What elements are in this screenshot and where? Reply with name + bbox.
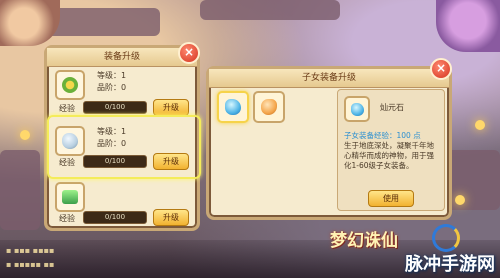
rank-label: 品阶：0 [97, 83, 127, 92]
close-icon[interactable]: × [178, 42, 200, 64]
upgrade-button[interactable]: 升级 [153, 209, 189, 226]
item-description: 生于地底深处，凝聚千年地心精华而成的神物，用于强化1-60级子女装备。 [344, 141, 434, 170]
exp-progress-bar: 0/100 [83, 211, 147, 224]
key-item-icon[interactable] [55, 70, 85, 100]
chat-line: ▪ ▪▪▪ ▪▪▪▪ [6, 246, 55, 255]
close-icon[interactable]: × [430, 58, 452, 80]
equipment-row: 等级：1 品阶：0 经验 0/100 升级 [53, 68, 189, 118]
upgrade-button[interactable]: 升级 [153, 99, 189, 116]
item-exp-value: 子女装备经验：100 点 [344, 131, 421, 140]
game-logo: 梦幻诛仙 [330, 231, 398, 251]
item-preview-icon [344, 96, 370, 122]
equipment-row: 经验 0/100 升级 [53, 180, 189, 230]
blue-gem-icon[interactable] [217, 91, 249, 123]
item-detail-box: 灿元石 子女装备经验：100 点 生于地底深处，凝聚千年地心精华而成的神物，用于… [337, 89, 445, 211]
orange-gem-icon[interactable] [253, 91, 285, 123]
panel-title: 装备升级 [47, 48, 197, 67]
child-equipment-upgrade-panel: 子女装备升级 灿元石 子女装备经验：100 点 生于地底深处，凝聚千年地心精华而… [206, 66, 452, 220]
chat-line: ▪ ▪▪▪▪▪ ▪▪ [6, 260, 55, 269]
panel-title: 子女装备升级 [209, 69, 449, 88]
watermark-text: 脉冲手游网 [405, 254, 495, 275]
green-box-item-icon[interactable] [55, 182, 85, 212]
level-label: 等级：1 [97, 71, 127, 80]
use-button[interactable]: 使用 [368, 190, 414, 207]
character-avatar-right[interactable] [436, 0, 500, 52]
item-name: 灿元石 [380, 103, 404, 112]
exp-label: 经验 [59, 214, 75, 223]
exp-progress-bar: 0/100 [83, 101, 147, 114]
watermark-logo-icon [432, 224, 460, 252]
selected-row-highlight [47, 115, 201, 179]
exp-label: 经验 [59, 104, 75, 113]
